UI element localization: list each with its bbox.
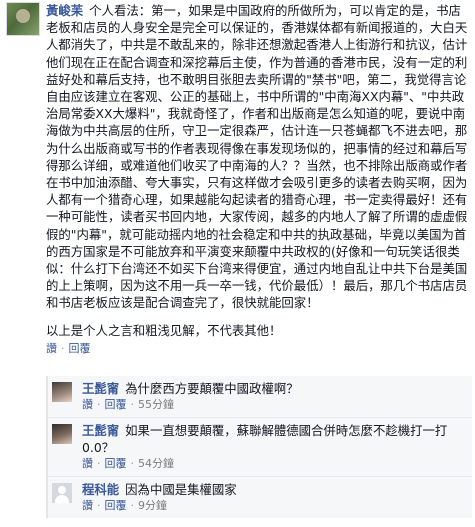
reply-actions: 讚 · 回覆 · 55分鐘	[82, 397, 466, 413]
reply-item: 程科能 因為中國是集權國家 讚 · 回覆 · 9分鐘	[48, 477, 472, 518]
comment-actions: 讚 · 回覆	[46, 341, 470, 357]
reply-avatar[interactable]	[52, 382, 72, 402]
reply-timestamp[interactable]: 55分鐘	[138, 398, 174, 411]
separator-dot: ·	[61, 341, 65, 355]
reply-text-block: 程科能 因為中國是集權國家	[82, 481, 466, 498]
reply-button[interactable]: 回覆	[105, 398, 127, 411]
separator-dot: ·	[130, 457, 135, 470]
reply-item: 王髭甯 為什麼西方要顛覆中國政權啊？ 讚 · 回覆 · 55分鐘	[48, 376, 472, 418]
reply-timestamp[interactable]: 54分鐘	[138, 457, 174, 470]
reply-button[interactable]: 回覆	[69, 342, 91, 355]
reply-text-block: 王髭甯 如果一直想要顛覆，蘇聯解體德國合併時怎麼不趁機打一打0.0？	[82, 422, 466, 456]
comment-text: 个人看法：第一，如果是中国政府的所做所为，可以肯定的是，书店老板和店员的人身安全…	[46, 3, 468, 311]
reply-button[interactable]: 回覆	[105, 457, 127, 470]
replies-list: 王髭甯 為什麼西方要顛覆中國政權啊？ 讚 · 回覆 · 55分鐘 王髭甯 如果一直想要顛覆，…	[46, 376, 472, 518]
like-button[interactable]: 讚	[82, 499, 93, 512]
separator-dot: ·	[130, 499, 135, 512]
comment-author-link[interactable]: 黃峻苿	[46, 3, 83, 18]
default-avatar-icon[interactable]	[52, 483, 72, 503]
comment-text-block: 黃峻苿 个人看法：第一，如果是中国政府的所做所为，可以肯定的是，书店老板和店员的人…	[46, 2, 470, 312]
reply-text-block: 王髭甯 為什麼西方要顛覆中國政權啊？	[82, 380, 466, 397]
separator-dot: ·	[97, 499, 101, 512]
reply-text: 如果一直想要顛覆，蘇聯解體德國合併時怎麼不趁機打一打0.0？	[82, 423, 448, 455]
like-button[interactable]: 讚	[82, 398, 93, 411]
reply-author-link[interactable]: 王髭甯	[82, 423, 119, 438]
reply-text: 為什麼西方要顛覆中國政權啊？	[125, 381, 299, 396]
reply-actions: 讚 · 回覆 · 9分鐘	[82, 498, 466, 514]
commenter-avatar[interactable]	[6, 2, 40, 36]
reply-text: 因為中國是集權國家	[125, 482, 237, 497]
like-button[interactable]: 讚	[82, 457, 93, 470]
reply-button[interactable]: 回覆	[105, 499, 127, 512]
separator-dot: ·	[130, 398, 135, 411]
comment-body: 黃峻苿 个人看法：第一，如果是中国政府的所做所为，可以肯定的是，书店老板和店员的人…	[46, 2, 470, 357]
reply-item: 王髭甯 如果一直想要顛覆，蘇聯解體德國合併時怎麼不趁機打一打0.0？ 讚 · 回覆 · 5…	[48, 418, 472, 477]
separator-dot: ·	[97, 457, 101, 470]
reply-actions: 讚 · 回覆 · 54分鐘	[82, 456, 466, 472]
like-button[interactable]: 讚	[46, 342, 57, 355]
separator-dot: ·	[97, 398, 101, 411]
reply-avatar[interactable]	[52, 424, 72, 444]
reply-author-link[interactable]: 王髭甯	[82, 381, 119, 396]
reply-author-link[interactable]: 程科能	[82, 482, 119, 497]
reply-timestamp[interactable]: 9分鐘	[138, 499, 167, 512]
comment-closing: 以上是个人之言和粗浅见解，不代表其他！	[46, 322, 282, 338]
